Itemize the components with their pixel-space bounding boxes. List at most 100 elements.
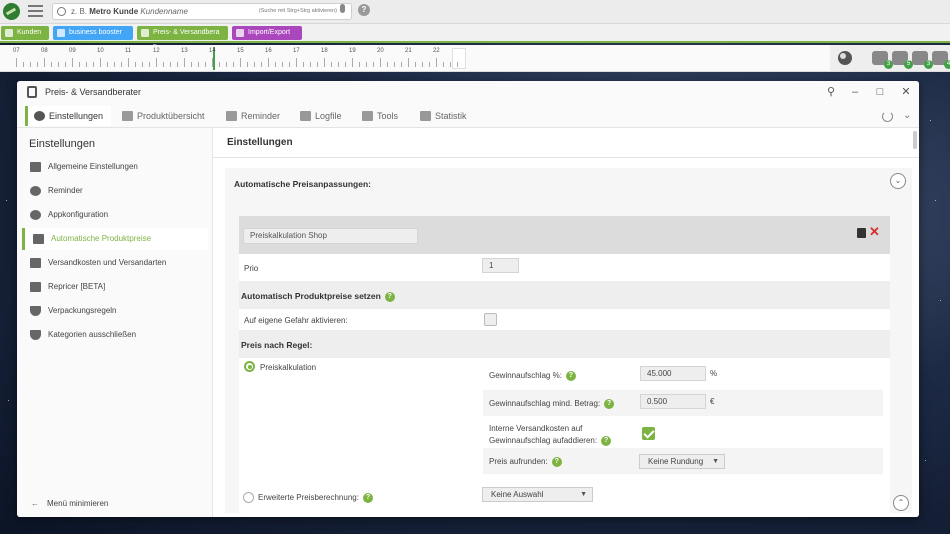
timeline-tick (359, 62, 360, 67)
help-icon[interactable]: ? (551, 457, 562, 467)
timeline-hour-label: 10 (97, 48, 104, 54)
panel-title: Automatische Preisanpassungen: (234, 179, 371, 189)
tab-logfile[interactable]: Logfile (297, 106, 350, 126)
sidebar-item-automatische-produktpreise[interactable]: Automatische Produktpreise (22, 228, 208, 250)
maximize-button[interactable]: □ (874, 86, 886, 98)
timeline-tick (233, 62, 234, 67)
scroll-to-top-button[interactable]: ⌃ (893, 495, 909, 511)
timeline-hour-label: 14 (209, 48, 216, 54)
timeline-tick (401, 62, 402, 67)
radio-preiskalkulation[interactable] (244, 361, 255, 372)
close-button[interactable]: ✕ (900, 86, 912, 98)
microphone-icon[interactable] (340, 4, 345, 13)
sidebar-item-appkonfiguration[interactable]: Appkonfiguration (22, 204, 208, 226)
chevron-down-icon[interactable]: ⌄ (903, 110, 911, 121)
timeline-tick (338, 62, 339, 67)
help-icon[interactable]: ? (601, 435, 612, 446)
page-title: Einstellungen (227, 137, 293, 148)
rule-name-input[interactable]: Preiskalkulation Shop (243, 228, 418, 244)
timeline-tick (303, 62, 304, 67)
timeline-tick (212, 58, 213, 67)
tab-statistik[interactable]: Statistik (417, 106, 475, 126)
tab-reminder[interactable]: Reminder (223, 106, 288, 126)
notification-icon-3[interactable]: 3 (912, 51, 933, 69)
own-risk-checkbox[interactable] (484, 313, 497, 326)
module-preis-versandberater[interactable]: Preis- & Versandbera ▾ (137, 26, 228, 50)
scrollbar[interactable] (913, 131, 917, 149)
module-bar: Kunden business booster Preis- & Versand… (0, 24, 950, 50)
globe-icon[interactable] (838, 51, 852, 65)
minimize-button[interactable]: – (849, 86, 861, 98)
timeline-tick (324, 58, 325, 67)
timeline-tick (156, 58, 157, 67)
sidebar-item-repricer[interactable]: Repricer [BETA] (22, 276, 208, 298)
help-icon[interactable]: ? (565, 371, 576, 381)
prio-label: Prio (244, 264, 259, 273)
timeline-tick (219, 62, 220, 67)
truck-icon (30, 258, 41, 268)
timeline-hour-label: 08 (41, 48, 48, 54)
advanced-select[interactable]: Keine Auswahl ▼ (482, 487, 593, 502)
own-risk-label: Auf eigene Gefahr aktivieren: (244, 316, 348, 325)
app-logo-icon[interactable] (3, 3, 20, 20)
prio-input[interactable]: 1 (482, 258, 519, 273)
sidebar-item-kategorien-ausschliessen[interactable]: Kategorien ausschließen (22, 324, 208, 346)
help-icon[interactable]: ? (362, 493, 373, 503)
timeline-tick (121, 62, 122, 67)
gear-icon (34, 111, 45, 121)
markup-min-input[interactable]: 0.500 (640, 394, 706, 409)
window-icon (30, 162, 41, 172)
tab-tools[interactable]: Tools (359, 106, 406, 126)
tools-icon (362, 111, 373, 121)
timeline-tick (177, 62, 178, 67)
search-input[interactable]: z. B. Metro Kunde Kundenname (Suche mit … (52, 3, 352, 20)
help-icon[interactable]: ? (604, 399, 615, 409)
timeline-tick (44, 58, 45, 67)
sidebar-item-reminder[interactable]: Reminder (22, 180, 208, 202)
timeline-tick (387, 62, 388, 67)
sidebar-item-versandkosten[interactable]: Versandkosten und Versandarten (22, 252, 208, 274)
timeline-tick (163, 62, 164, 67)
refresh-icon[interactable] (882, 111, 893, 122)
shield-icon (30, 306, 41, 316)
tab-einstellungen[interactable]: Einstellungen (25, 106, 112, 126)
timeline-end-box (452, 48, 466, 69)
auto-price-section: Automatisch Produktpreise setzen? (239, 281, 890, 309)
timeline-tick (100, 58, 101, 67)
timeline-hour-label: 22 (433, 48, 440, 54)
search-window-icon[interactable]: ⚲ (825, 86, 837, 98)
timeline-tick (457, 62, 458, 67)
help-icon[interactable]: ? (384, 291, 395, 302)
timeline-tick (394, 62, 395, 67)
timeline-tick (429, 62, 430, 67)
sidebar-item-allgemeine-einstellungen[interactable]: Allgemeine Einstellungen (22, 156, 208, 178)
sidebar-item-verpackungsregeln[interactable]: Verpackungsregeln (22, 300, 208, 322)
module-business-booster[interactable]: business booster (53, 26, 133, 40)
timeline-tick (415, 62, 416, 67)
timeline-tick (128, 58, 129, 67)
module-import-export[interactable]: Import/Export (232, 26, 302, 40)
timeline-tick (170, 62, 171, 67)
window-titlebar: Preis- & Versandberater ⚲ – □ ✕ (17, 81, 919, 103)
help-icon[interactable]: ? (358, 4, 370, 16)
cogs-icon (30, 210, 41, 220)
shipping-add-checkbox[interactable] (642, 427, 655, 440)
notification-icon-1[interactable]: 3 (872, 51, 893, 69)
save-icon[interactable] (857, 228, 866, 238)
menu-icon[interactable] (28, 5, 43, 18)
module-kunden[interactable]: Kunden (1, 26, 49, 40)
markup-percent-input[interactable]: 45.000 (640, 366, 706, 381)
delete-icon[interactable]: ✕ (869, 224, 880, 240)
timeline-tick (226, 62, 227, 67)
radio-erweiterte-preisberechnung[interactable] (243, 492, 254, 503)
minimize-menu-button[interactable]: ← Menü minimieren (31, 499, 108, 508)
timeline-hour-label: 19 (349, 48, 356, 54)
timeline-tick (205, 62, 206, 67)
round-select[interactable]: Keine Rundung ▼ (639, 454, 725, 469)
search-placeholder: z. B. Metro Kunde Kundenname (71, 7, 188, 16)
collapse-panel-button[interactable]: ⌄ (890, 173, 906, 189)
timeline[interactable]: 07 08 09 10 11 12 13 14 15 16 17 18 19 20 21 22 (0, 45, 830, 72)
tab-produktuebersicht[interactable]: Produktübersicht (119, 106, 213, 126)
notification-icon-2[interactable]: 5 (892, 51, 913, 69)
notification-icon-4[interactable]: 4 (932, 51, 950, 69)
